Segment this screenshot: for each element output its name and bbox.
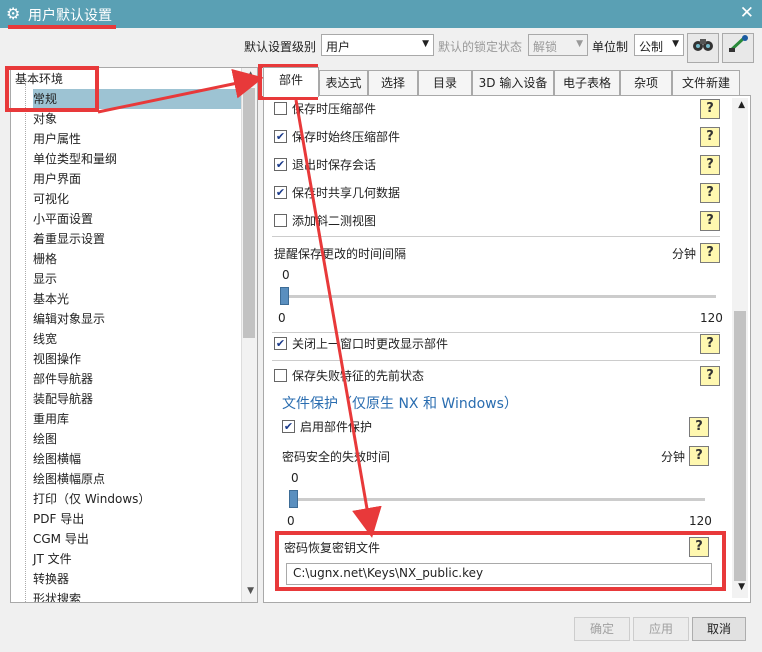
- arrow-to-key-file: [294, 99, 382, 538]
- arrow-to-tab: [97, 68, 264, 114]
- tab-part[interactable]: 部件: [263, 67, 319, 97]
- annotation-arrows: [97, 68, 382, 538]
